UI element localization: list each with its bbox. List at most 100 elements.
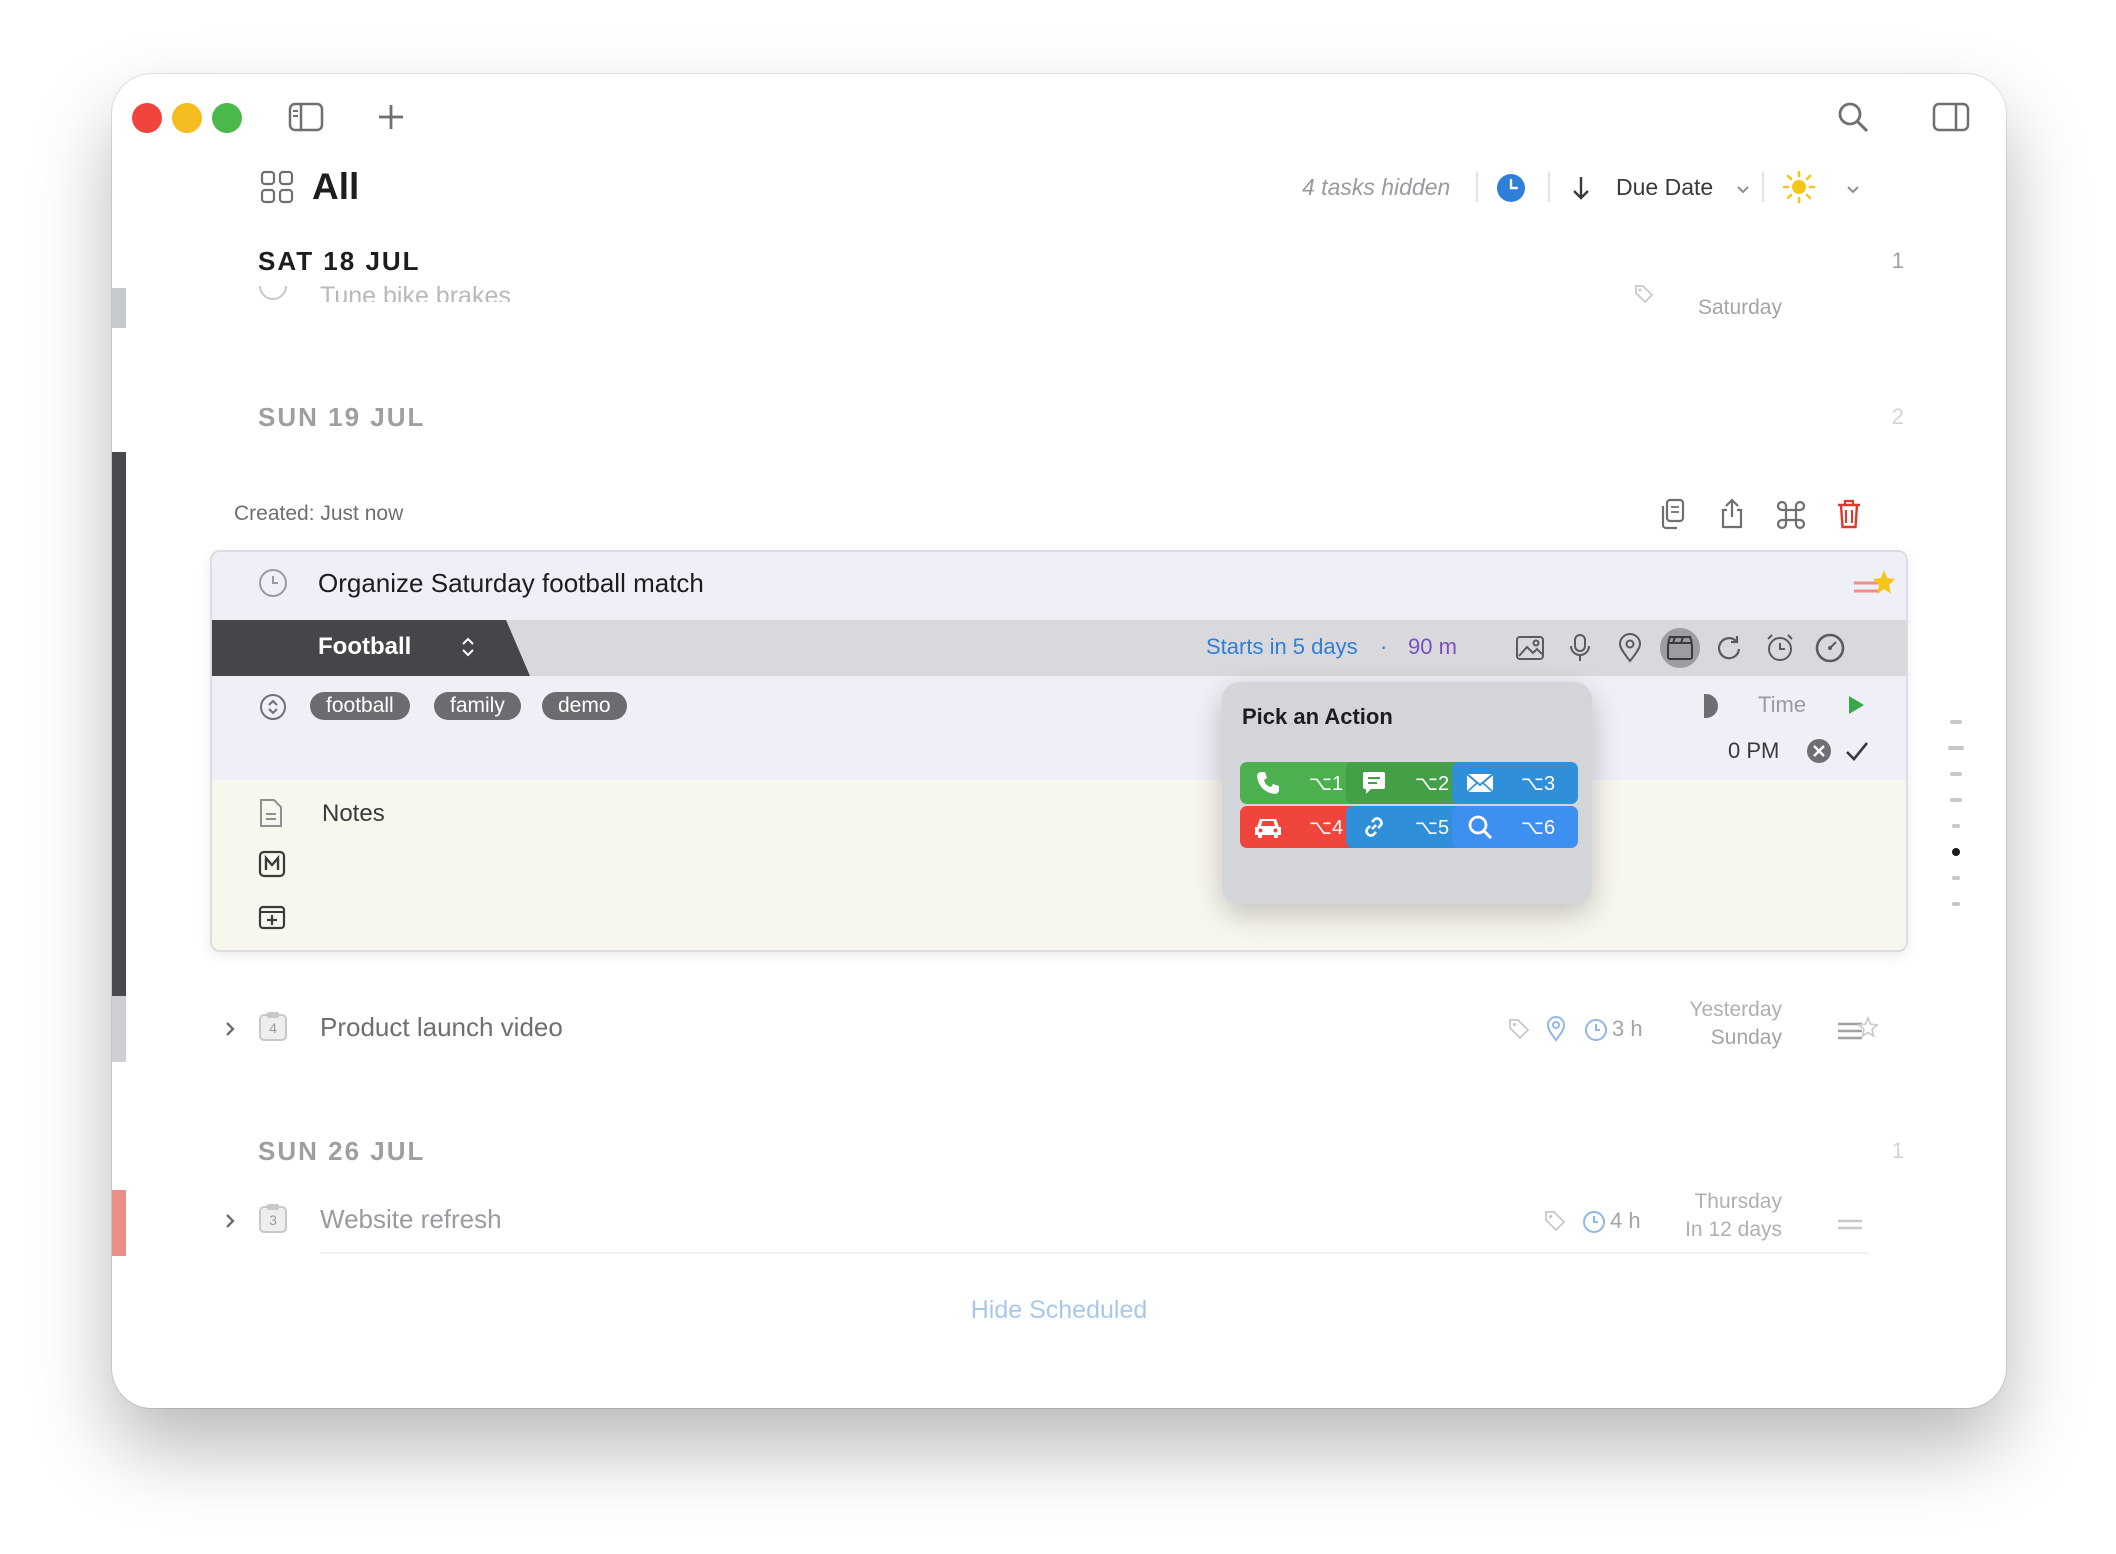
task-title[interactable]: Tune bike brakes bbox=[320, 278, 511, 302]
hidden-tasks-label[interactable]: 4 tasks hidden bbox=[1302, 174, 1450, 201]
project-badge-count: 4 bbox=[269, 1020, 277, 1036]
app-window: All 4 tasks hidden Due Date SAT 18 JUL 1… bbox=[112, 74, 2006, 1408]
task-title[interactable]: Website refresh bbox=[320, 1204, 502, 1235]
search-icon[interactable] bbox=[1836, 100, 1870, 134]
confirm-check-icon[interactable] bbox=[1844, 738, 1870, 769]
task-editor-card: Organize Saturday football match Footbal… bbox=[210, 550, 1908, 952]
task-detail-bar: Football Starts in 5 days · 90 m bbox=[212, 620, 1906, 676]
gutter-strip bbox=[112, 288, 126, 328]
scroll-indicator[interactable] bbox=[1952, 902, 1960, 906]
gutter-strip bbox=[112, 996, 126, 1062]
search-icon bbox=[1452, 814, 1508, 840]
image-attach-icon[interactable] bbox=[1510, 628, 1550, 668]
tags-row: football family demo Time 0 PM bbox=[212, 676, 1906, 780]
notes-placeholder[interactable]: Notes bbox=[322, 800, 385, 828]
car-icon bbox=[1240, 815, 1296, 839]
popover-title: Pick an Action bbox=[1242, 704, 1393, 729]
search-action-button[interactable]: ⌥6 bbox=[1452, 806, 1578, 848]
created-label: Created: Just now bbox=[234, 502, 404, 525]
chevron-right-icon[interactable] bbox=[224, 1212, 236, 1235]
scroll-indicator[interactable] bbox=[1948, 746, 1964, 750]
task-title[interactable]: Product launch video bbox=[320, 1012, 563, 1043]
divider bbox=[1548, 172, 1550, 202]
sort-direction-icon[interactable] bbox=[1570, 174, 1592, 207]
time-value[interactable]: 0 PM bbox=[1728, 738, 1779, 764]
command-icon[interactable] bbox=[1776, 500, 1806, 535]
scroll-indicator[interactable] bbox=[1952, 824, 1960, 828]
section-date: SAT 18 JUL bbox=[258, 246, 421, 276]
priority-star-icon[interactable] bbox=[1836, 1014, 1880, 1051]
close-window-button[interactable] bbox=[132, 103, 162, 133]
priority-star-icon[interactable] bbox=[1852, 568, 1896, 609]
task-date: Saturday bbox=[1697, 296, 1782, 319]
section-date: SUN 26 JUL bbox=[258, 1136, 426, 1166]
share-icon[interactable] bbox=[1718, 498, 1746, 535]
tag-chip[interactable]: demo bbox=[542, 692, 627, 720]
sidebar-toggle-icon[interactable] bbox=[288, 102, 324, 132]
duration-label[interactable]: 90 m bbox=[1408, 634, 1457, 660]
add-icon[interactable] bbox=[376, 102, 406, 132]
grid-icon bbox=[260, 170, 294, 209]
scroll-indicator[interactable] bbox=[1950, 772, 1962, 776]
sort-label[interactable]: Due Date bbox=[1616, 174, 1713, 201]
divider bbox=[1762, 172, 1764, 202]
zoom-window-button[interactable] bbox=[212, 103, 242, 133]
task-title-input[interactable]: Organize Saturday football match bbox=[318, 568, 704, 599]
mail-icon bbox=[1452, 772, 1508, 794]
alarm-icon[interactable] bbox=[1760, 628, 1800, 668]
section-count: 2 bbox=[1891, 404, 1904, 429]
scroll-indicator-active[interactable] bbox=[1952, 848, 1960, 856]
section-count: 1 bbox=[1891, 1138, 1904, 1163]
page-title: All bbox=[312, 166, 360, 207]
microphone-icon[interactable] bbox=[1560, 628, 1600, 668]
shortcut-key: ⌥6 bbox=[1520, 816, 1556, 839]
clear-time-icon[interactable] bbox=[1806, 738, 1832, 769]
sun-icon[interactable] bbox=[1782, 170, 1816, 209]
trash-icon[interactable] bbox=[1836, 498, 1862, 535]
duplicate-icon[interactable] bbox=[1658, 498, 1686, 535]
task-title-row: Organize Saturday football match bbox=[212, 552, 1906, 620]
chevron-up-down-icon[interactable] bbox=[460, 634, 476, 665]
add-attachment-icon[interactable] bbox=[258, 902, 286, 935]
gutter-strip bbox=[112, 1190, 126, 1256]
repeat-icon[interactable] bbox=[1710, 628, 1750, 668]
location-pin-icon bbox=[1546, 1016, 1566, 1047]
project-name[interactable]: Football bbox=[318, 633, 411, 661]
minimize-window-button[interactable] bbox=[172, 103, 202, 133]
scroll-indicator[interactable] bbox=[1952, 876, 1960, 880]
time-toggle[interactable] bbox=[1704, 694, 1718, 718]
chevron-down-icon[interactable] bbox=[1846, 182, 1860, 200]
scroll-indicator[interactable] bbox=[1950, 798, 1962, 802]
task-date-line1: Thursday bbox=[1694, 1190, 1782, 1213]
markdown-icon[interactable] bbox=[258, 850, 286, 883]
action-icon[interactable] bbox=[1660, 628, 1700, 668]
tag-icon bbox=[1508, 1018, 1530, 1045]
hide-scheduled-button[interactable]: Hide Scheduled bbox=[112, 1296, 2006, 1325]
row-divider bbox=[320, 1252, 1868, 1254]
notes-area[interactable]: Notes bbox=[212, 780, 1906, 950]
chevron-down-icon[interactable] bbox=[1736, 182, 1750, 200]
separator-dot: · bbox=[1380, 634, 1388, 659]
task-date-line2: Sunday bbox=[1710, 1026, 1782, 1049]
play-icon[interactable] bbox=[1846, 694, 1866, 721]
clock-icon[interactable] bbox=[258, 568, 288, 603]
tag-chip[interactable]: family bbox=[434, 692, 521, 720]
email-action-button[interactable]: ⌥3 bbox=[1452, 762, 1578, 804]
gutter-strip-active bbox=[112, 452, 126, 996]
chevron-right-icon[interactable] bbox=[224, 1020, 236, 1043]
task-date-line1: Yesterday bbox=[1689, 998, 1782, 1021]
tag-icon[interactable] bbox=[258, 692, 288, 727]
starts-label[interactable]: Starts in 5 days bbox=[1206, 634, 1358, 660]
priority-icon[interactable] bbox=[1836, 1214, 1864, 1241]
duration-clock-icon bbox=[1582, 1210, 1606, 1239]
estimate-timer-icon[interactable] bbox=[1810, 628, 1850, 668]
location-pin-icon[interactable] bbox=[1610, 628, 1650, 668]
tag-chip[interactable]: football bbox=[310, 692, 410, 720]
project-badge-count: 3 bbox=[269, 1212, 277, 1228]
section-count: 1 bbox=[1891, 248, 1904, 273]
clock-filter-icon[interactable] bbox=[1496, 173, 1526, 208]
clock-icon[interactable] bbox=[258, 284, 288, 309]
inspector-toggle-icon[interactable] bbox=[1932, 102, 1970, 132]
pick-action-popover: Pick an Action ⌥1 ⌥2 ⌥3 ⌥4 ⌥5 ⌥6 bbox=[1222, 682, 1592, 904]
scroll-indicator[interactable] bbox=[1950, 720, 1962, 724]
